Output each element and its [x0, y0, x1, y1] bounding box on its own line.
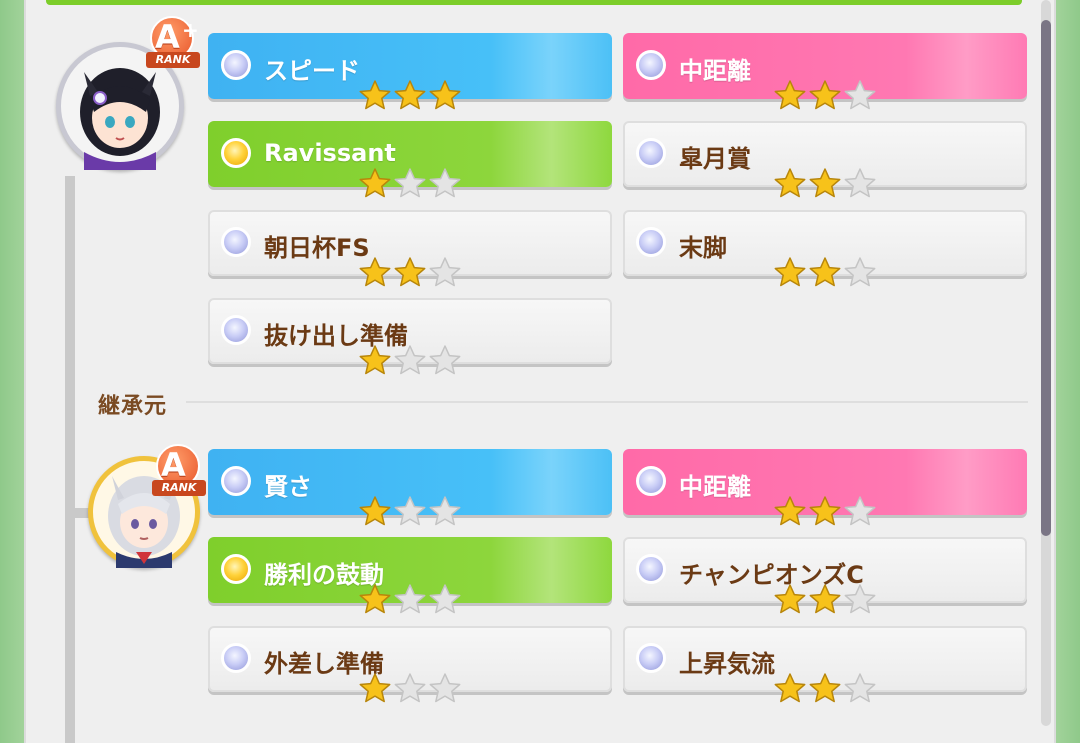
star-filled-icon: [359, 345, 391, 375]
parent-skill-card[interactable]: チャンピオンズC: [623, 537, 1027, 614]
star-rating: [773, 495, 879, 529]
star-empty-icon: [394, 345, 426, 375]
star-filled-icon: [809, 496, 841, 526]
star-rating: [358, 79, 464, 113]
upper-rank-badge: A + RANK: [146, 16, 204, 74]
star-rating: [358, 167, 464, 201]
inheritance-source-label: 継承元: [98, 394, 168, 419]
star-filled-icon: [359, 673, 391, 703]
star-rating: [358, 256, 464, 290]
skill-orb-icon: [221, 138, 251, 168]
star-empty-icon: [394, 168, 426, 198]
star-filled-icon: [809, 673, 841, 703]
rank-ribbon: RANK: [146, 52, 200, 68]
rank-letter: A: [155, 18, 180, 56]
star-rating: [773, 79, 879, 113]
star-filled-icon: [809, 257, 841, 287]
skill-label: 上昇気流: [679, 650, 775, 678]
skill-orb-icon: [221, 554, 251, 584]
star-rating: [358, 583, 464, 617]
upper-skill-card[interactable]: Ravissant: [208, 121, 612, 198]
star-filled-icon: [809, 80, 841, 110]
star-filled-icon: [809, 584, 841, 614]
skill-orb-icon: [636, 554, 666, 584]
skill-label: Ravissant: [264, 139, 396, 167]
star-rating: [773, 256, 879, 290]
skill-orb-icon: [636, 50, 666, 80]
star-rating: [773, 583, 879, 617]
star-empty-icon: [844, 673, 876, 703]
upper-skill-card[interactable]: 末脚: [623, 210, 1027, 287]
star-filled-icon: [359, 496, 391, 526]
star-empty-icon: [429, 168, 461, 198]
star-empty-icon: [394, 584, 426, 614]
star-filled-icon: [394, 80, 426, 110]
star-filled-icon: [359, 584, 391, 614]
star-filled-icon: [774, 168, 806, 198]
skill-orb-icon: [221, 643, 251, 673]
star-filled-icon: [774, 496, 806, 526]
star-filled-icon: [359, 80, 391, 110]
parent-skill-card[interactable]: 賢さ: [208, 449, 612, 526]
star-filled-icon: [359, 257, 391, 287]
skill-orb-icon: [636, 227, 666, 257]
upper-skill-card[interactable]: 中距離: [623, 33, 1027, 110]
top-accent-bar: [46, 0, 1022, 5]
star-filled-icon: [809, 168, 841, 198]
star-empty-icon: [429, 496, 461, 526]
section-divider: [186, 401, 1028, 403]
skill-orb-icon: [221, 466, 251, 496]
skill-orb-icon: [636, 466, 666, 496]
upper-skill-card[interactable]: 朝日杯FS: [208, 210, 612, 287]
rank-ribbon: RANK: [152, 480, 206, 496]
star-empty-icon: [394, 496, 426, 526]
scrollbar-thumb[interactable]: [1041, 20, 1051, 536]
parent-skill-card[interactable]: 中距離: [623, 449, 1027, 526]
upper-skill-card[interactable]: 皐月賞: [623, 121, 1027, 198]
star-filled-icon: [774, 673, 806, 703]
parent-skill-card[interactable]: 上昇気流: [623, 626, 1027, 703]
skill-orb-icon: [221, 227, 251, 257]
skill-orb-icon: [221, 315, 251, 345]
star-filled-icon: [774, 584, 806, 614]
skill-label: 中距離: [679, 473, 751, 501]
star-empty-icon: [844, 257, 876, 287]
upper-skill-card[interactable]: 抜け出し準備: [208, 298, 612, 375]
skill-label: 賢さ: [264, 473, 312, 501]
upper-skill-card[interactable]: スピード: [208, 33, 612, 110]
star-rating: [358, 344, 464, 378]
star-empty-icon: [429, 673, 461, 703]
star-filled-icon: [774, 257, 806, 287]
skill-label: 朝日杯FS: [264, 234, 370, 262]
star-rating: [773, 672, 879, 706]
parent-skill-card[interactable]: 勝利の鼓動: [208, 537, 612, 614]
star-empty-icon: [844, 80, 876, 110]
skill-label: 中距離: [679, 57, 751, 85]
skill-label: 末脚: [679, 234, 727, 262]
skill-orb-icon: [636, 138, 666, 168]
star-filled-icon: [394, 257, 426, 287]
skill-orb-icon: [636, 643, 666, 673]
rank-plus: +: [182, 18, 199, 42]
parent-skill-card[interactable]: 外差し準備: [208, 626, 612, 703]
star-filled-icon: [359, 168, 391, 198]
star-rating: [358, 495, 464, 529]
star-filled-icon: [774, 80, 806, 110]
star-empty-icon: [844, 168, 876, 198]
star-empty-icon: [844, 496, 876, 526]
star-empty-icon: [844, 584, 876, 614]
star-empty-icon: [394, 673, 426, 703]
lineage-connector-vertical: [65, 176, 75, 743]
star-empty-icon: [429, 257, 461, 287]
star-empty-icon: [429, 584, 461, 614]
star-filled-icon: [429, 80, 461, 110]
star-empty-icon: [429, 345, 461, 375]
skill-orb-icon: [221, 50, 251, 80]
parent-rank-badge: A RANK: [152, 444, 210, 502]
star-rating: [773, 167, 879, 201]
skill-label: スピード: [264, 57, 360, 85]
star-rating: [358, 672, 464, 706]
skill-label: 皐月賞: [679, 145, 751, 173]
rank-letter: A: [161, 446, 186, 484]
